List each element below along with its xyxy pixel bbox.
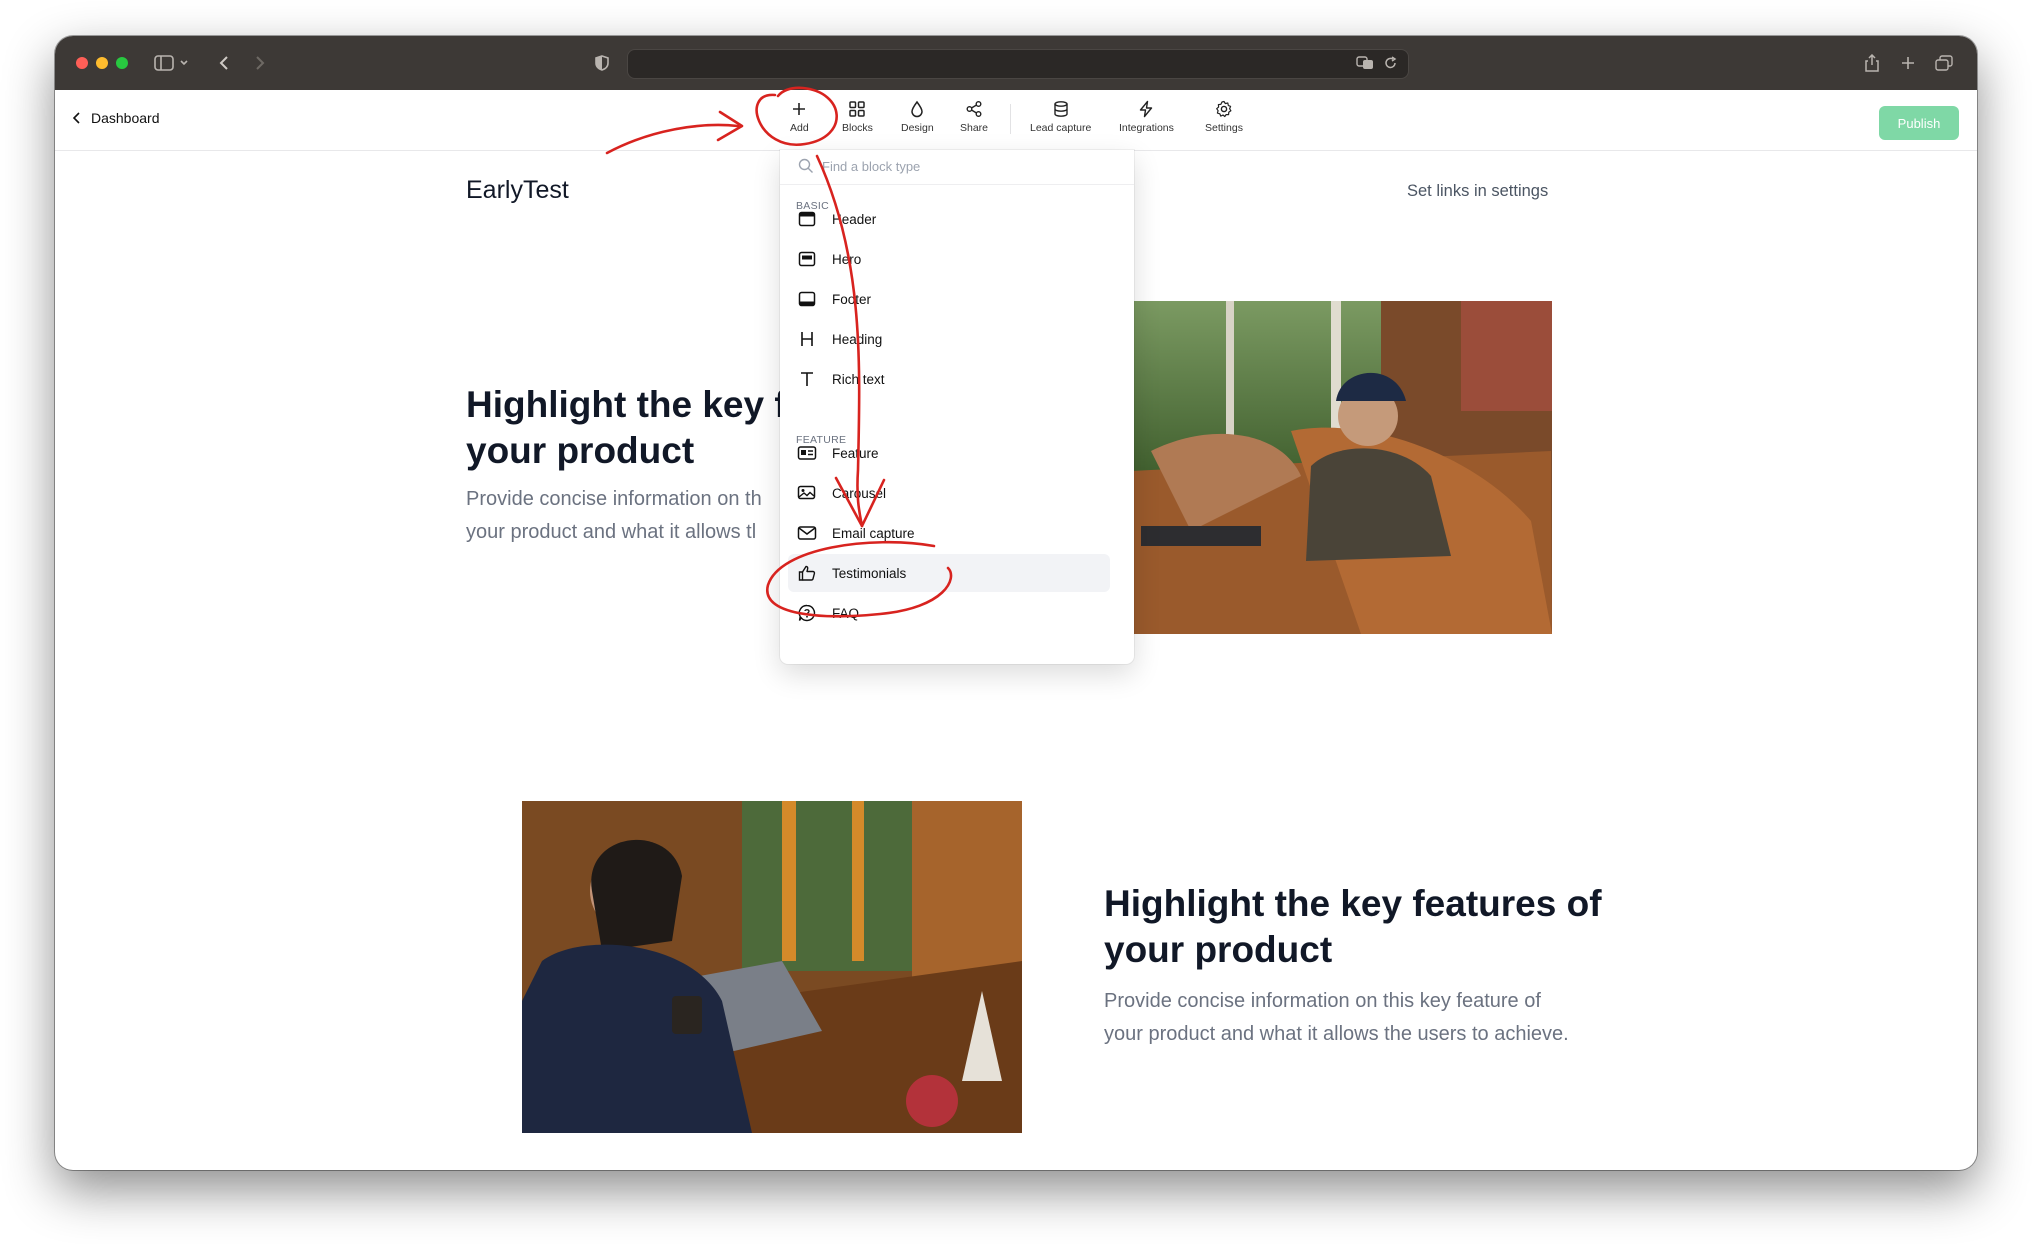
close-window-button[interactable]	[76, 57, 88, 69]
block-item-feature-label: Feature	[832, 445, 879, 461]
block-item-rich-text-label: Rich text	[832, 371, 885, 387]
block-search-field[interactable]: Find a block type	[780, 150, 1134, 185]
block-item-hero-label: Hero	[832, 251, 862, 267]
block-item-carousel-label: Carousel	[832, 485, 887, 501]
block-item-testimonials[interactable]: Testimonials	[788, 554, 1110, 592]
header-block-icon	[796, 208, 818, 230]
block-item-hero[interactable]: Hero	[788, 240, 1110, 278]
feature1-photo-person-on-sofa[interactable]	[1131, 301, 1552, 634]
set-links-placeholder[interactable]: Set links in settings	[1407, 182, 1548, 201]
plus-icon	[793, 103, 806, 115]
toolbar-blocks-button[interactable]: Blocks	[842, 100, 873, 134]
toolbar-design-label: Design	[901, 122, 934, 134]
block-item-heading-label: Heading	[832, 331, 883, 347]
block-item-footer[interactable]: Footer	[788, 280, 1110, 318]
chevron-left-icon	[73, 112, 80, 124]
search-icon	[798, 158, 813, 173]
toolbar-settings-label: Settings	[1205, 122, 1243, 134]
feature2-para-line2: your product and what it allows the user…	[1104, 1023, 1569, 1045]
publish-button[interactable]: Publish	[1879, 106, 1959, 140]
share-page-icon[interactable]	[1859, 50, 1885, 76]
block-item-email-capture[interactable]: Email capture	[788, 514, 1110, 552]
sidebar-toggle-icon[interactable]	[151, 50, 177, 76]
block-item-feature[interactable]: Feature	[788, 434, 1110, 472]
add-block-menu: Find a block type BASIC Header Hero Foot…	[780, 150, 1134, 664]
toolbar-share-label: Share	[960, 122, 989, 134]
mail-icon	[796, 522, 818, 544]
reload-icon[interactable]	[1384, 56, 1398, 75]
block-item-carousel[interactable]: Carousel	[788, 474, 1110, 512]
share-icon	[966, 101, 982, 117]
toolbar-settings-button[interactable]: Settings	[1205, 100, 1243, 134]
feature2-heading-line2: your product	[1104, 929, 1333, 970]
feature1-paragraph[interactable]: Provide concise information on th your p…	[466, 483, 762, 549]
chevron-down-icon[interactable]	[177, 50, 191, 76]
browser-window: Dashboard Add Blocks Design Share Lead c…	[55, 36, 1977, 1170]
back-arrow-icon[interactable]	[211, 50, 237, 76]
site-brand-title[interactable]: EarlyTest	[466, 176, 569, 205]
privacy-shield-icon[interactable]	[589, 50, 615, 76]
toolbar-add-button[interactable]: Add	[790, 100, 809, 134]
feature2-heading[interactable]: Highlight the key features of your produ…	[1104, 881, 1602, 973]
feature2-para-line1: Provide concise information on this key …	[1104, 990, 1541, 1012]
back-to-dashboard-link[interactable]: Dashboard	[73, 110, 160, 126]
forward-arrow-icon[interactable]	[247, 50, 273, 76]
block-item-email-capture-label: Email capture	[832, 525, 915, 541]
feature2-heading-line1: Highlight the key features of	[1104, 883, 1602, 924]
toolbar-lead-capture-label: Lead capture	[1030, 122, 1092, 134]
text-t-icon	[796, 368, 818, 390]
block-item-testimonials-label: Testimonials	[832, 565, 907, 581]
toolbar-share-button[interactable]: Share	[960, 100, 988, 134]
toolbar-lead-capture-button[interactable]: Lead capture	[1030, 100, 1091, 134]
feature1-heading-line1: Highlight the key f	[466, 384, 787, 425]
block-item-header-label: Header	[832, 211, 877, 227]
block-item-faq[interactable]: FAQ	[788, 594, 1110, 632]
editor-toolbar: Dashboard Add Blocks Design Share Lead c…	[55, 90, 1977, 151]
thumbs-up-icon	[796, 562, 818, 584]
feature-card-icon	[796, 442, 818, 464]
database-icon	[1053, 101, 1068, 117]
toolbar-divider	[1010, 104, 1011, 134]
toolbar-design-button[interactable]: Design	[901, 100, 934, 134]
block-search-placeholder: Find a block type	[822, 159, 921, 174]
browser-titlebar	[55, 36, 1977, 90]
toolbar-add-label: Add	[790, 122, 809, 134]
droplet-icon	[911, 100, 924, 118]
hero-block-icon	[796, 248, 818, 270]
image-carousel-icon	[796, 482, 818, 504]
block-item-rich-text[interactable]: Rich text	[788, 360, 1110, 398]
footer-block-icon	[796, 288, 818, 310]
address-bar[interactable]	[627, 49, 1409, 79]
minimize-window-button[interactable]	[96, 57, 108, 69]
question-bubble-icon	[796, 602, 818, 624]
feature1-heading[interactable]: Highlight the key f your product	[466, 382, 787, 474]
new-tab-icon[interactable]	[1895, 50, 1921, 76]
feature2-paragraph[interactable]: Provide concise information on this key …	[1104, 985, 1569, 1051]
feature1-heading-line2: your product	[466, 430, 695, 471]
block-item-faq-label: FAQ	[832, 605, 860, 621]
bolt-icon	[1140, 100, 1153, 118]
heading-h-icon	[796, 328, 818, 350]
grid-icon	[849, 101, 866, 117]
toolbar-integrations-label: Integrations	[1119, 122, 1174, 134]
block-item-heading[interactable]: Heading	[788, 320, 1110, 358]
block-item-header[interactable]: Header	[788, 200, 1110, 238]
tab-overview-icon[interactable]	[1931, 50, 1957, 76]
back-label: Dashboard	[91, 110, 160, 126]
block-item-footer-label: Footer	[832, 291, 872, 307]
feature2-photo-person-with-laptop[interactable]	[522, 801, 1022, 1133]
toolbar-integrations-button[interactable]: Integrations	[1119, 100, 1174, 134]
translate-icon[interactable]	[1356, 56, 1374, 75]
feature1-para-line2: your product and what it allows tl	[466, 521, 757, 543]
gear-icon	[1216, 100, 1232, 118]
zoom-window-button[interactable]	[116, 57, 128, 69]
toolbar-blocks-label: Blocks	[842, 122, 873, 134]
feature1-para-line1: Provide concise information on th	[466, 488, 762, 510]
